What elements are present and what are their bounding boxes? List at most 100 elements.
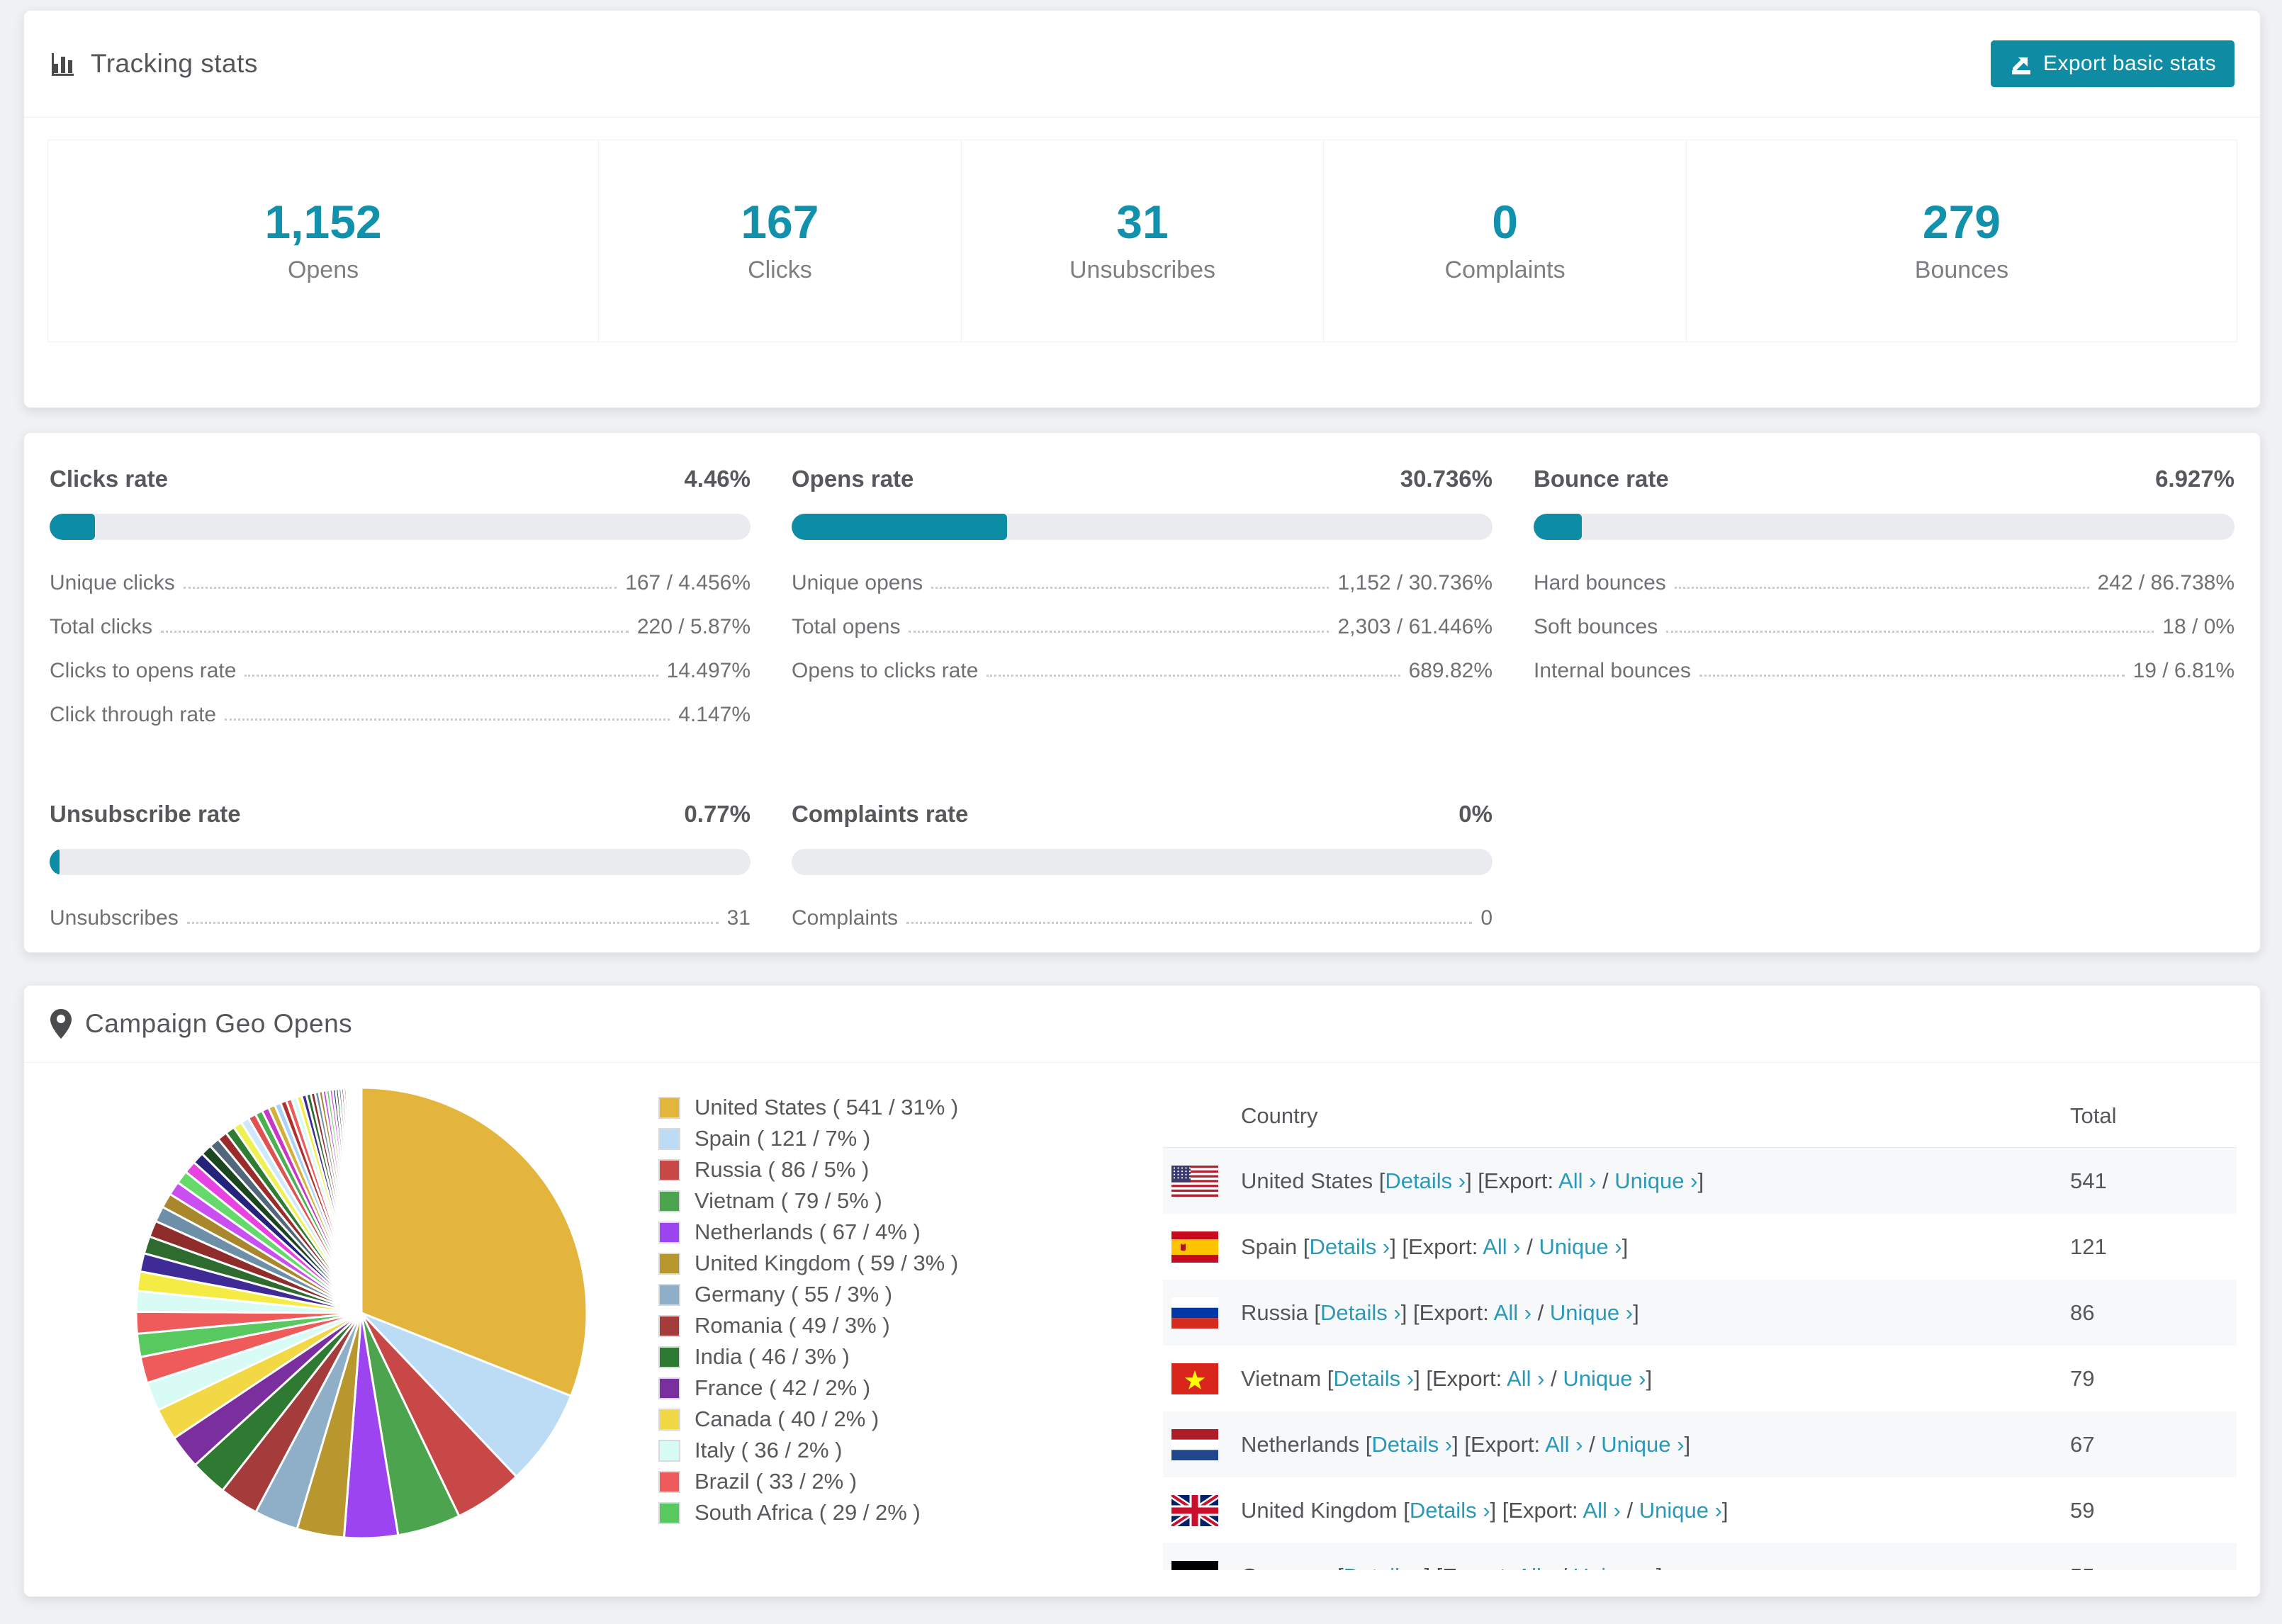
stat-cell-complaints: 0 Complaints xyxy=(1323,140,1686,342)
bracket: ] [ xyxy=(1452,1431,1471,1457)
legend-swatch xyxy=(658,1501,680,1524)
table-row-netherlands: Netherlands [Details ›] [Export: All › /… xyxy=(1163,1411,2237,1477)
flag-icon-gb xyxy=(1169,1492,1220,1529)
country-name: United Kingdom xyxy=(1241,1497,1398,1523)
tracking-stats-strip: 1,152 Opens 167 Clicks 31 Unsubscribes 0 Compla… xyxy=(47,140,2237,342)
stat-value: 167 xyxy=(741,195,819,248)
campaign-stats-page: { "theme":{ "accent":"#0d8ca6","number_t… xyxy=(0,0,2282,1624)
details-link[interactable]: Details › xyxy=(1310,1234,1390,1259)
export-all-link[interactable]: All › xyxy=(1483,1234,1520,1259)
country-total: 79 xyxy=(2070,1365,2095,1391)
bracket: ] [ xyxy=(1490,1497,1509,1523)
legend-item-france[interactable]: France ( 42 / 2% ) xyxy=(658,1372,958,1404)
detail-label: Unique opens xyxy=(792,571,923,594)
export-all-link[interactable]: All › xyxy=(1545,1432,1583,1457)
progress-bar-clicks-rate xyxy=(50,514,751,540)
dotted-leader xyxy=(183,587,617,589)
progress-fill xyxy=(1534,514,1583,540)
country-name: Vietnam xyxy=(1241,1365,1322,1391)
bracket: ] [ xyxy=(1414,1365,1432,1391)
rates-empty-cell xyxy=(1534,801,2235,950)
export-all-link[interactable]: All › xyxy=(1517,1564,1554,1571)
export-unique-link[interactable]: Unique › xyxy=(1550,1300,1633,1325)
export-basic-stats-button[interactable]: Export basic stats xyxy=(1991,40,2235,87)
details-link[interactable]: Details › xyxy=(1385,1168,1466,1193)
detail-row-hard-bounces: Hard bounces 242 / 86.738% xyxy=(1534,571,2235,595)
legend-item-germany[interactable]: Germany ( 55 / 3% ) xyxy=(658,1279,958,1310)
table-row-germany: Germany [Details ›] [Export: All › / Uni… xyxy=(1163,1543,2237,1570)
dotted-leader xyxy=(1666,631,2154,633)
detail-label: Total opens xyxy=(792,615,901,638)
slash: / xyxy=(1544,1365,1563,1391)
export-unique-link[interactable]: Unique › xyxy=(1614,1168,1697,1193)
flag-icon-ru xyxy=(1171,1297,1218,1329)
slash: / xyxy=(1583,1431,1602,1457)
export-all-link[interactable]: All › xyxy=(1507,1366,1544,1391)
details-link[interactable]: Details › xyxy=(1333,1366,1414,1391)
pie-legend: United States ( 541 / 31% ) Spain ( 121 /… xyxy=(658,1092,958,1528)
export-unique-link[interactable]: Unique › xyxy=(1573,1564,1656,1571)
details-link[interactable]: Details › xyxy=(1371,1432,1452,1457)
detail-label: Unique clicks xyxy=(50,571,175,594)
legend-item-india[interactable]: India ( 46 / 3% ) xyxy=(658,1341,958,1372)
export-unique-link[interactable]: Unique › xyxy=(1601,1432,1684,1457)
detail-label: Internal bounces xyxy=(1534,659,1691,682)
bracket: ] [ xyxy=(1424,1564,1442,1571)
stat-label: Unsubscribes xyxy=(1069,256,1215,283)
rate-value: 4.46% xyxy=(684,466,751,492)
stat-label: Clicks xyxy=(748,256,812,283)
legend-item-russia[interactable]: Russia ( 86 / 5% ) xyxy=(658,1154,958,1185)
legend-item-italy[interactable]: Italy ( 36 / 2% ) xyxy=(658,1435,958,1466)
export-all-link[interactable]: All › xyxy=(1558,1168,1596,1193)
legend-item-south-africa[interactable]: South Africa ( 29 / 2% ) xyxy=(658,1497,958,1528)
detail-label: Hard bounces xyxy=(1534,571,1666,594)
legend-swatch xyxy=(658,1158,680,1181)
rate-panel-complaints-rate: Complaints rate 0% Complaints 0 xyxy=(792,801,1493,950)
export-prefix: Export: xyxy=(1508,1497,1583,1523)
export-icon xyxy=(2009,52,2033,76)
legend-item-romania[interactable]: Romania ( 49 / 3% ) xyxy=(658,1310,958,1341)
legend-item-canada[interactable]: Canada ( 40 / 2% ) xyxy=(658,1404,958,1435)
slash: / xyxy=(1531,1299,1550,1325)
stat-label: Complaints xyxy=(1444,256,1566,283)
export-all-link[interactable]: All › xyxy=(1583,1498,1620,1523)
rates-grid: Clicks rate 4.46% Unique clicks 167 / 4.456… xyxy=(24,433,2260,971)
progress-bar-bounce-rate xyxy=(1534,514,2235,540)
rate-panel-opens-rate: Opens rate 30.736% Unique opens 1,152 / 30.… xyxy=(792,466,1493,747)
bracket: ] xyxy=(1721,1497,1729,1523)
export-all-link[interactable]: All › xyxy=(1494,1300,1531,1325)
stat-label: Opens xyxy=(287,256,359,283)
bar-chart-icon xyxy=(50,50,78,78)
bracket: [ xyxy=(1314,1299,1321,1325)
bracket: ] xyxy=(1684,1431,1691,1457)
country-total: 59 xyxy=(2070,1497,2095,1523)
legend-item-brazil[interactable]: Brazil ( 33 / 2% ) xyxy=(658,1466,958,1497)
progress-fill xyxy=(50,514,96,540)
details-link[interactable]: Details › xyxy=(1320,1300,1401,1325)
legend-item-united-kingdom[interactable]: United Kingdom ( 59 / 3% ) xyxy=(658,1248,958,1279)
legend-swatch xyxy=(658,1408,680,1431)
details-link[interactable]: Details › xyxy=(1410,1498,1490,1523)
legend-label: Germany ( 55 / 3% ) xyxy=(695,1282,893,1307)
stat-value: 31 xyxy=(1116,195,1169,248)
legend-item-spain[interactable]: Spain ( 121 / 7% ) xyxy=(658,1123,958,1154)
legend-label: United Kingdom ( 59 / 3% ) xyxy=(695,1251,959,1275)
export-prefix: Export: xyxy=(1432,1365,1507,1391)
map-pin-icon xyxy=(50,1008,72,1039)
country-name: Spain xyxy=(1241,1234,1298,1259)
country-total: 121 xyxy=(2070,1234,2107,1259)
export-unique-link[interactable]: Unique › xyxy=(1639,1498,1722,1523)
legend-item-netherlands[interactable]: Netherlands ( 67 / 4% ) xyxy=(658,1217,958,1248)
export-unique-link[interactable]: Unique › xyxy=(1563,1366,1646,1391)
detail-value: 0 xyxy=(1480,906,1493,930)
legend-item-vietnam[interactable]: Vietnam ( 79 / 5% ) xyxy=(658,1185,958,1217)
detail-value: 167 / 4.456% xyxy=(625,571,751,594)
stat-value: 279 xyxy=(1922,195,2001,248)
export-unique-link[interactable]: Unique › xyxy=(1539,1234,1621,1259)
detail-row-soft-bounces: Soft bounces 18 / 0% xyxy=(1534,615,2235,639)
legend-label: Netherlands ( 67 / 4% ) xyxy=(695,1219,921,1244)
details-link[interactable]: Details › xyxy=(1344,1564,1424,1571)
detail-row-clicks-to-opens-rate: Clicks to opens rate 14.497% xyxy=(50,659,751,683)
legend-label: United States ( 541 / 31% ) xyxy=(695,1095,959,1120)
legend-item-united-states[interactable]: United States ( 541 / 31% ) xyxy=(658,1092,958,1123)
